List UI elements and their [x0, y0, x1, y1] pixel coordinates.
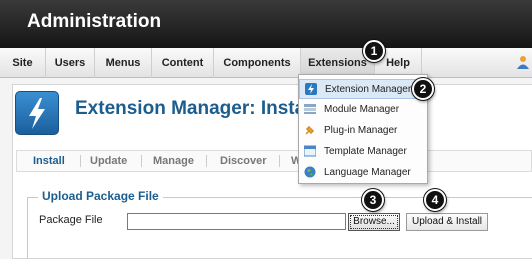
dropdown-item-label: Module Manager: [324, 104, 400, 115]
step-badge-3: 3: [362, 189, 384, 211]
dropdown-item-language-manager[interactable]: Language Manager: [299, 163, 427, 183]
template-icon: [304, 145, 316, 157]
menu-components[interactable]: Components: [214, 48, 301, 78]
menu-menus[interactable]: Menus: [95, 48, 152, 78]
lightning-icon: [15, 91, 59, 135]
dropdown-item-label: Extension Manager: [325, 84, 412, 95]
menu-content[interactable]: Content: [152, 48, 214, 78]
tab-separator: [141, 155, 142, 167]
page-title: Extension Manager: Install: [75, 98, 316, 119]
package-file-input[interactable]: [127, 213, 346, 230]
submenu-tabs: Install Update Manage Discover W: [16, 150, 532, 172]
tab-manage[interactable]: Manage: [153, 151, 194, 171]
dropdown-item-template-manager[interactable]: Template Manager: [299, 142, 427, 162]
tab-separator: [80, 155, 81, 167]
header-title: Administration: [27, 11, 162, 32]
tab-separator: [279, 155, 280, 167]
tab-separator: [206, 155, 207, 167]
dropdown-item-label: Template Manager: [324, 146, 407, 157]
browse-button[interactable]: Browse...: [348, 213, 400, 231]
upload-install-button[interactable]: Upload & Install: [406, 213, 488, 231]
extensions-dropdown: Extension Manager Module Manager Plug-in…: [298, 74, 428, 184]
dropdown-item-label: Language Manager: [324, 167, 411, 178]
user-icon[interactable]: [516, 55, 530, 69]
tab-discover[interactable]: Discover: [220, 151, 266, 171]
step-badge-1: 1: [363, 40, 385, 62]
dropdown-item-plugin-manager[interactable]: Plug-in Manager: [299, 121, 427, 141]
menu-site[interactable]: Site: [0, 48, 46, 78]
module-icon: [304, 104, 316, 114]
tab-update[interactable]: Update: [90, 151, 127, 171]
menu-users[interactable]: Users: [46, 48, 95, 78]
dropdown-item-module-manager[interactable]: Module Manager: [299, 100, 427, 120]
package-file-label: Package File: [39, 214, 103, 226]
plugin-icon: [305, 125, 315, 135]
upload-legend: Upload Package File: [38, 189, 163, 203]
main-menubar: Site Users Menus Content Components Exte…: [0, 48, 532, 78]
globe-icon: [304, 166, 316, 178]
step-badge-4: 4: [424, 189, 446, 211]
dropdown-item-extension-manager[interactable]: Extension Manager: [299, 79, 427, 99]
step-badge-2: 2: [412, 78, 434, 100]
admin-header: Administration: [0, 0, 532, 48]
tab-install[interactable]: Install: [33, 151, 65, 171]
lightning-icon: [305, 83, 317, 95]
dropdown-item-label: Plug-in Manager: [324, 125, 398, 136]
